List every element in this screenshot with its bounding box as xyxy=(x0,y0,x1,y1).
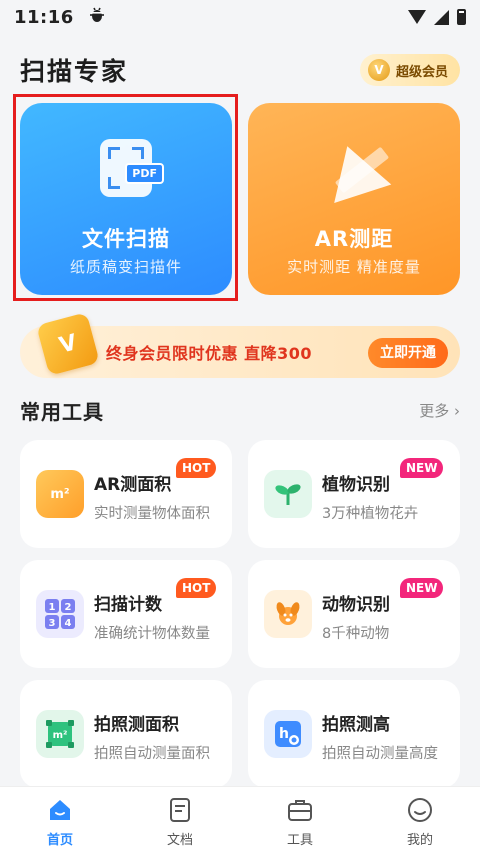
photo-area-icon: m² xyxy=(36,710,84,758)
tool-desc: 拍照自动测量高度 xyxy=(322,746,438,762)
nav-label: 文档 xyxy=(166,833,193,848)
dog-icon xyxy=(264,590,312,638)
nav-profile[interactable]: 我的 xyxy=(360,787,480,853)
open-vip-button[interactable]: 立即开通 xyxy=(368,338,448,368)
tool-card-ar-area[interactable]: m² AR测面积 实时测量物体面积 HOT xyxy=(20,440,232,548)
app-header: 扫描专家 V 超级会员 xyxy=(20,50,460,90)
new-tag: NEW xyxy=(400,578,444,598)
ar-measure-card[interactable]: AR测距 实时测距 精准度量 xyxy=(248,103,460,295)
status-right xyxy=(408,9,466,25)
tool-name: 植物识别 xyxy=(322,475,390,495)
promo-banner[interactable]: V 终身会员限时优惠 直降300 立即开通 xyxy=(20,312,460,378)
status-time: 11:16 xyxy=(14,6,74,28)
nav-documents[interactable]: 文档 xyxy=(120,787,240,853)
area-cube-icon: m² xyxy=(36,470,84,518)
battery-icon xyxy=(457,9,466,25)
status-bar: 11:16 xyxy=(0,0,480,34)
promo-text: 终身会员限时优惠 直降300 xyxy=(106,344,312,363)
ar-measure-subtitle: 实时测距 精准度量 xyxy=(287,258,421,276)
nav-label: 我的 xyxy=(406,833,433,848)
svg-text:3: 3 xyxy=(49,618,56,629)
hot-tag: HOT xyxy=(176,578,217,598)
tool-desc: 3万种植物花卉 xyxy=(322,506,419,522)
tool-name: 扫描计数 xyxy=(94,595,162,615)
tool-name: 拍照测高 xyxy=(322,715,390,735)
ruler-triangle-icon xyxy=(318,136,392,204)
bug-icon xyxy=(88,6,106,29)
nav-tools[interactable]: 工具 xyxy=(240,787,360,853)
section-title: 常用工具 xyxy=(20,400,104,424)
document-icon xyxy=(167,797,193,823)
signal-icon xyxy=(434,9,449,25)
tool-name: 动物识别 xyxy=(322,595,390,615)
plant-sprout-icon xyxy=(264,470,312,518)
nav-label: 首页 xyxy=(46,833,73,848)
tool-card-animal[interactable]: 动物识别 8千种动物 NEW xyxy=(248,560,460,668)
vip-badge-button[interactable]: V 超级会员 xyxy=(359,54,460,86)
tool-card-plant[interactable]: 植物识别 3万种植物花卉 NEW xyxy=(248,440,460,548)
tool-card-photo-area[interactable]: m² 拍照测面积 拍照自动测量面积 xyxy=(20,680,232,788)
app-title: 扫描专家 xyxy=(20,57,129,86)
vip-label: 超级会员 xyxy=(395,64,448,80)
svg-text:4: 4 xyxy=(65,618,72,629)
tool-name: 拍照测面积 xyxy=(94,715,179,735)
wifi-icon xyxy=(408,10,426,24)
number-grid-icon: 1234 xyxy=(36,590,84,638)
more-link[interactable]: 更多 › xyxy=(419,400,460,421)
nav-label: 工具 xyxy=(286,833,313,848)
highlight-box xyxy=(13,94,238,301)
nav-home[interactable]: 首页 xyxy=(0,787,120,853)
photo-height-icon: h xyxy=(264,710,312,758)
vip-crown-icon: V xyxy=(367,59,390,81)
tool-desc: 拍照自动测量面积 xyxy=(94,746,210,762)
hot-tag: HOT xyxy=(176,458,217,478)
hero-icon-wrap xyxy=(248,136,460,204)
tool-desc: 8千种动物 xyxy=(322,626,390,642)
bottom-nav: 首页 文档 工具 我的 xyxy=(0,786,480,853)
svg-text:2: 2 xyxy=(65,602,72,613)
tool-desc: 准确统计物体数量 xyxy=(94,626,210,642)
new-tag: NEW xyxy=(400,458,444,478)
profile-smile-icon xyxy=(407,797,433,823)
tool-card-scan-count[interactable]: 1234 扫描计数 准确统计物体数量 HOT xyxy=(20,560,232,668)
svg-text:h: h xyxy=(279,726,289,742)
tool-name: AR测面积 xyxy=(94,475,172,495)
vip-gift-icon: V xyxy=(36,312,100,376)
tool-card-photo-height[interactable]: h 拍照测高 拍照自动测量高度 xyxy=(248,680,460,788)
tool-desc: 实时测量物体面积 xyxy=(94,506,210,522)
toolbox-icon xyxy=(287,797,313,823)
home-icon xyxy=(47,797,73,823)
svg-text:m²: m² xyxy=(53,730,68,741)
svg-text:1: 1 xyxy=(49,602,56,613)
ar-measure-title: AR测距 xyxy=(314,227,394,251)
